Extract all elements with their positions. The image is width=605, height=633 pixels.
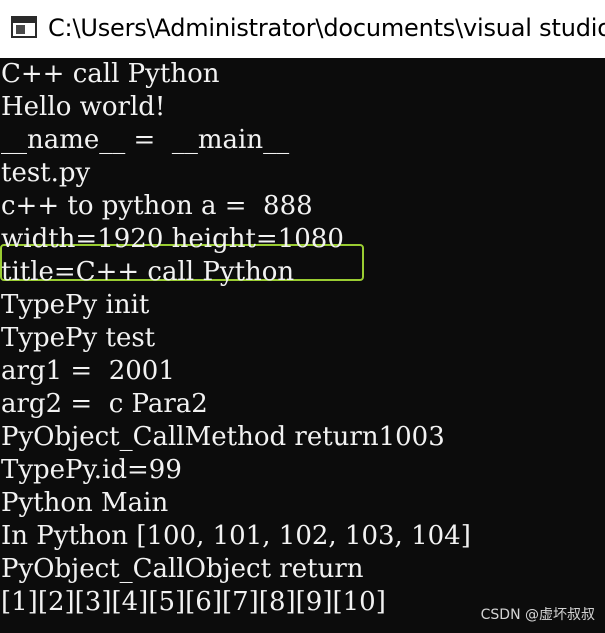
console-icon-screen bbox=[16, 25, 25, 34]
console-line: [1][2][3][4][5][6][7][8][9][10] bbox=[1, 587, 386, 617]
console-line: __name__ = __main__ bbox=[1, 125, 290, 155]
console-line: arg2 = c Para2 bbox=[1, 389, 208, 419]
console-icon-bar bbox=[13, 18, 35, 23]
console-line: title=C++ call Python bbox=[1, 257, 295, 287]
console-line: C++ call Python bbox=[1, 59, 220, 89]
console-line: test.py bbox=[1, 158, 91, 188]
console-output[interactable]: C++ call Python Hello world! __name__ = … bbox=[0, 58, 605, 633]
console-line-highlighted: c++ to python a = 888 bbox=[1, 191, 313, 221]
console-line: TypePy.id=99 bbox=[1, 455, 182, 485]
console-line: width=1920 height=1080 bbox=[1, 224, 344, 254]
window-title: C:\Users\Administrator\documents\visual … bbox=[48, 14, 605, 42]
console-line: TypePy test bbox=[1, 323, 156, 353]
title-bar[interactable]: C:\Users\Administrator\documents\visual … bbox=[0, 0, 605, 58]
console-line: Python Main bbox=[1, 488, 169, 518]
console-line: Hello world! bbox=[1, 92, 166, 122]
console-line: TypePy init bbox=[1, 290, 150, 320]
console-line: PyObject_CallMethod return1003 bbox=[1, 422, 445, 452]
console-line: PyObject_CallObject return bbox=[1, 554, 364, 584]
console-line: arg1 = 2001 bbox=[1, 356, 175, 386]
console-line: In Python [100, 101, 102, 103, 104] bbox=[1, 521, 471, 551]
watermark: CSDN @虚坏叔叔 bbox=[480, 607, 595, 623]
console-window-icon[interactable] bbox=[11, 16, 37, 38]
console-window: C:\Users\Administrator\documents\visual … bbox=[0, 0, 605, 633]
